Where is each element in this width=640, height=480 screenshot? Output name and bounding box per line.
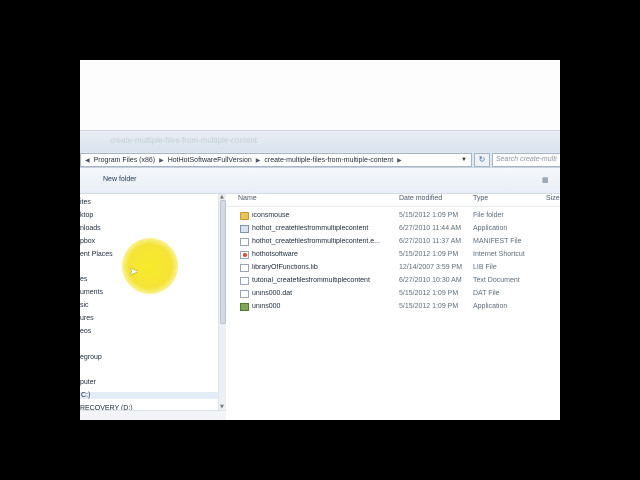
chevron-left-icon[interactable]: ◀ — [84, 157, 91, 164]
title-bar: create-multiple-files-from-multiple-cont… — [80, 130, 560, 152]
table-row[interactable]: unins000.dat 5/15/2012 1:09 PM DAT File — [226, 288, 560, 301]
table-row[interactable]: hothotsoftware 5/15/2012 1:09 PM Interne… — [226, 249, 560, 262]
letterbox-bar — [80, 420, 560, 480]
nav-item-homegroup[interactable]: egroup — [80, 354, 102, 361]
new-folder-button[interactable]: New folder — [103, 176, 136, 183]
file-name: unins000.dat — [252, 290, 293, 297]
command-toolbar: New folder ▦ — [80, 168, 560, 194]
text-document-icon — [240, 277, 249, 285]
file-name: libraryOfFunctions.lib — [252, 264, 318, 271]
nav-item-drive-c[interactable]: C:) — [80, 392, 218, 399]
column-header-size[interactable]: Size — [546, 195, 560, 202]
application-icon — [240, 225, 249, 233]
file-type: File folder — [473, 212, 504, 219]
nav-item-documents[interactable]: uments — [80, 289, 103, 296]
file-date: 5/15/2012 1:09 PM — [399, 290, 459, 297]
table-row[interactable]: iconsmouse 5/15/2012 1:09 PM File folder — [226, 210, 560, 223]
breadcrumb-current-folder[interactable]: create-multiple-files-from-multiple-cont… — [261, 157, 396, 164]
nav-item-dropbox[interactable]: pbox — [80, 238, 95, 245]
nav-item-recent-places[interactable]: ent Places — [80, 251, 113, 258]
horizontal-scrollbar[interactable] — [80, 410, 226, 420]
refresh-button[interactable]: ↻ — [474, 153, 490, 167]
nav-item-desktop[interactable]: ktop — [80, 212, 93, 219]
table-row[interactable]: hothot_createfilesfrommultiplecontent 6/… — [226, 223, 560, 236]
column-header-name[interactable]: Name — [238, 195, 257, 202]
nav-item-libraries[interactable]: es — [80, 276, 87, 283]
file-type: DAT File — [473, 290, 500, 297]
chevron-right-icon[interactable]: ▶ — [255, 157, 262, 164]
nav-item-downloads[interactable]: nloads — [80, 225, 101, 232]
table-row[interactable]: hothot_createfilesfrommultiplecontent.e.… — [226, 236, 560, 249]
file-name: iconsmouse — [252, 212, 290, 219]
file-name: hothot_createfilesfrommultiplecontent.e.… — [252, 238, 381, 245]
search-input[interactable]: Search create-multi — [492, 153, 560, 167]
address-bar[interactable]: ◀ Program Files (x86) ▶ HotHotSoftwareFu… — [80, 153, 472, 167]
header-divider — [226, 206, 560, 207]
window-title: create-multiple-files-from-multiple-cont… — [110, 136, 258, 145]
nav-item-favorites[interactable]: ites — [80, 199, 91, 206]
view-options-icon[interactable]: ▦ — [542, 176, 552, 184]
column-header-type[interactable]: Type — [473, 195, 488, 202]
chevron-right-icon[interactable]: ▶ — [396, 157, 403, 164]
table-row[interactable]: unins000 5/15/2012 1:09 PM Application — [226, 301, 560, 314]
breadcrumb-program-files[interactable]: Program Files (x86) — [91, 157, 158, 164]
file-icon — [240, 238, 249, 246]
file-name: hothot_createfilesfrommultiplecontent — [252, 225, 369, 232]
file-date: 12/14/2007 3:59 PM — [399, 264, 463, 271]
file-icon — [240, 264, 249, 272]
file-name: unins000 — [252, 303, 281, 310]
column-header-date[interactable]: Date modified — [399, 195, 442, 202]
file-type: Application — [473, 303, 508, 310]
file-type: Application — [473, 225, 508, 232]
nav-item-videos[interactable]: eos — [80, 328, 91, 335]
nav-item-pictures[interactable]: ures — [80, 315, 94, 322]
file-type: Text Document — [473, 277, 520, 284]
file-icon — [240, 290, 249, 298]
file-date: 6/27/2010 11:37 AM — [399, 238, 462, 245]
file-name: tutorial_createfilesfrommultiplecontent — [252, 277, 370, 284]
file-date: 5/15/2012 1:09 PM — [399, 303, 459, 310]
file-date: 6/27/2010 10:30 AM — [399, 277, 462, 284]
table-row[interactable]: tutorial_createfilesfrommultiplecontent … — [226, 275, 560, 288]
navigation-pane: ites ktop nloads pbox ent Places es umen… — [80, 194, 218, 420]
table-row[interactable]: libraryOfFunctions.lib 12/14/2007 3:59 P… — [226, 262, 560, 275]
file-date: 5/15/2012 1:09 PM — [399, 212, 459, 219]
folder-icon — [240, 212, 249, 220]
chevron-right-icon[interactable]: ▶ — [158, 157, 165, 164]
file-type: LIB File — [473, 264, 497, 271]
breadcrumb-hothotsoftware[interactable]: HotHotSoftwareFullVersion — [165, 157, 255, 164]
file-name: hothotsoftware — [252, 251, 298, 258]
nav-item-computer[interactable]: puter — [80, 379, 96, 386]
file-type: Internet Shortcut — [473, 251, 525, 258]
navigation-scrollbar[interactable]: ▲ ▼ — [218, 194, 226, 410]
file-list: Name Date modified Type Size iconsmouse … — [226, 194, 560, 420]
chevron-down-icon[interactable]: ▼ — [457, 157, 471, 163]
nav-item-music[interactable]: sic — [80, 302, 89, 309]
internet-shortcut-icon — [240, 251, 249, 259]
file-type: MANIFEST File — [473, 238, 522, 245]
address-bar-row: ◀ Program Files (x86) ▶ HotHotSoftwareFu… — [80, 152, 560, 168]
file-date: 6/27/2010 11:44 AM — [399, 225, 462, 232]
uninstaller-icon — [240, 303, 249, 311]
mouse-pointer-icon: ➤ — [129, 265, 139, 278]
file-date: 5/15/2012 1:09 PM — [399, 251, 459, 258]
